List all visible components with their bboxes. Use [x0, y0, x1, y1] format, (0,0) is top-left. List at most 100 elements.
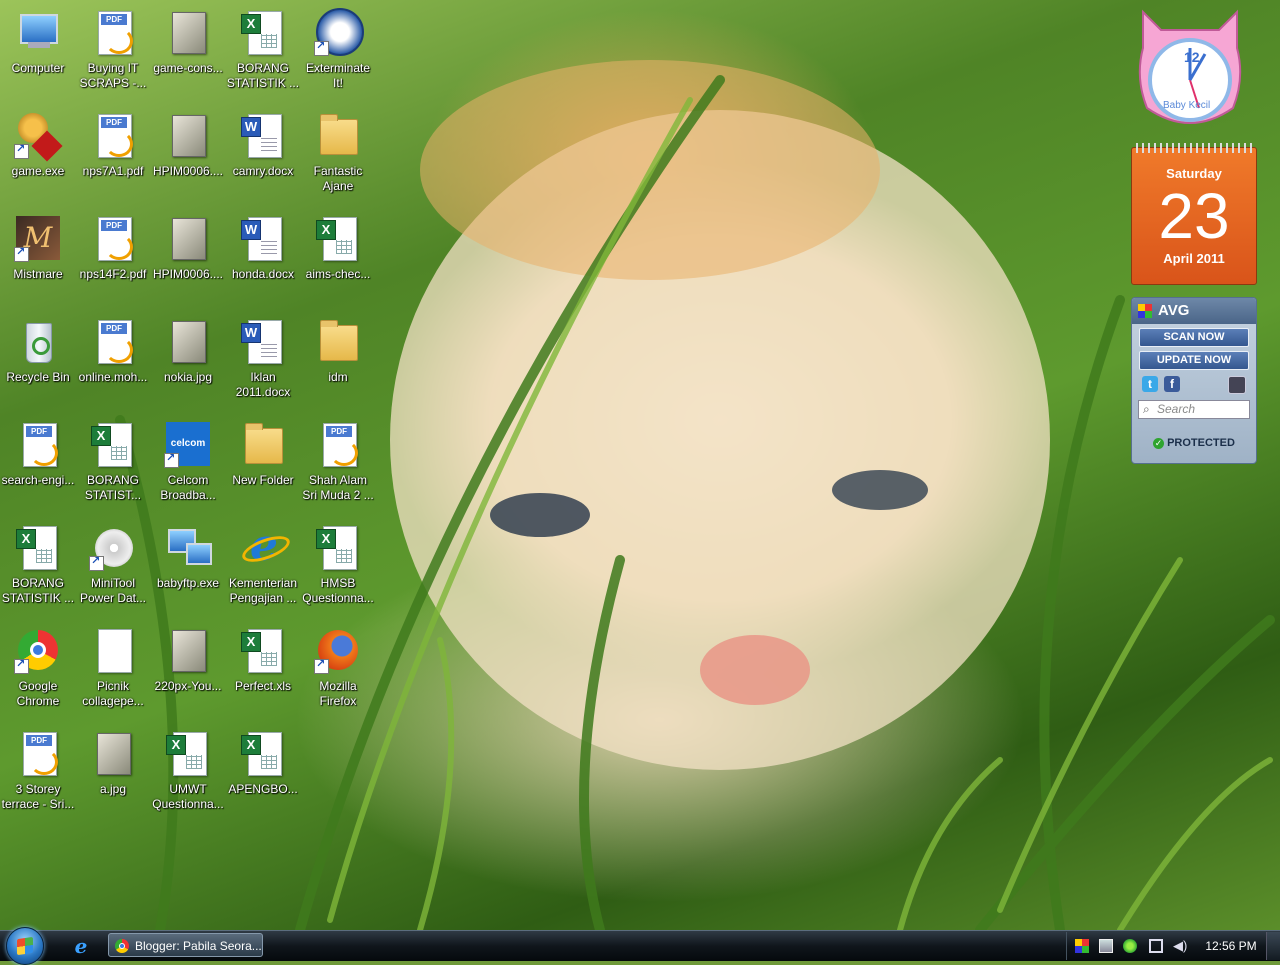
game-exe-icon	[14, 111, 63, 162]
desktop-icon[interactable]: game-cons...	[150, 8, 226, 76]
desktop-icon[interactable]: Computer	[0, 8, 76, 76]
desktop-icon[interactable]: X APENGBO...	[225, 729, 301, 797]
pdf-icon: PDF	[89, 214, 137, 262]
update-tray-icon[interactable]	[1123, 939, 1137, 953]
desktop-icon-label: Mozilla Firefox	[319, 679, 357, 708]
desktop-icon[interactable]: X Perfect.xls	[225, 626, 301, 694]
recycle-bin-icon	[14, 317, 62, 365]
pdf-icon: PDF	[89, 317, 137, 365]
image-icon	[164, 8, 212, 56]
windows-logo-icon	[17, 936, 33, 956]
show-desktop-button[interactable]	[1266, 932, 1280, 960]
desktop-icon[interactable]: M Mistmare	[0, 214, 76, 282]
desktop-icon[interactable]: Picnik collagepe...	[75, 626, 151, 709]
excel-icon: X	[14, 523, 62, 571]
avg-title: AVG	[1158, 302, 1190, 319]
network-tray-icon[interactable]	[1149, 939, 1163, 953]
avg-status-label: PROTECTED	[1167, 437, 1235, 449]
word-icon: W	[239, 214, 287, 262]
desktop-icon-label: Celcom Broadba...	[160, 473, 216, 502]
desktop-icon[interactable]: X HMSB Questionna...	[300, 523, 376, 606]
desktop-icon-label: game.exe	[11, 164, 65, 178]
clock-numeral: 12	[1184, 49, 1200, 65]
mistmare-icon: M	[14, 214, 62, 262]
taskbar-item-chrome[interactable]: Blogger: Pabila Seora...	[108, 933, 263, 957]
desktop-icon[interactable]: W Iklan 2011.docx	[225, 317, 301, 400]
desktop-icon-label: APENGBO...	[228, 782, 298, 796]
excel-icon: X	[239, 626, 287, 674]
desktop-icon-label: aims-chec...	[305, 267, 371, 281]
desktop-icon[interactable]: Exterminate It!	[300, 8, 376, 91]
desktop-icon-label: Perfect.xls	[234, 679, 291, 693]
desktop-icon[interactable]: X BORANG STATIST...	[75, 420, 151, 503]
clock-time[interactable]: 12:56 PM	[1201, 932, 1261, 960]
desktop-icon[interactable]: PDF search-engi...	[0, 420, 76, 488]
desktop-icon-label: Kementerian Pengajian ...	[228, 576, 298, 605]
avg-settings-icon[interactable]	[1228, 376, 1246, 394]
facebook-icon[interactable]: f	[1164, 376, 1180, 392]
desktop-icon[interactable]: a.jpg	[75, 729, 151, 797]
idm-tray-icon[interactable]	[1099, 939, 1113, 953]
clock-brand: Baby Kecil	[1163, 100, 1211, 111]
scan-now-button[interactable]: SCAN NOW	[1139, 328, 1249, 347]
excel-icon: X	[314, 523, 362, 571]
desktop-icon[interactable]: PDF Shah Alam Sri Muda 2 ...	[300, 420, 376, 503]
desktop-icon-label: 220px-You...	[154, 679, 222, 693]
desktop-icon[interactable]: PDF nps7A1.pdf	[75, 111, 151, 179]
avg-logo-icon	[1138, 304, 1152, 318]
calendar-month: April 2011	[1163, 251, 1225, 266]
desktop-icon[interactable]: Wcamry.docx	[225, 111, 301, 179]
desktop-icon[interactable]: babyftp.exe	[150, 523, 226, 591]
avg-status: ✓ PROTECTED	[1132, 437, 1256, 449]
desktop-icon-label: Mistmare	[13, 267, 63, 281]
clock-gadget[interactable]: 12 Baby Kecil	[1133, 8, 1247, 134]
desktop-icon-label: Computer	[11, 61, 65, 75]
desktop-icon[interactable]: celcom Celcom Broadba...	[150, 420, 226, 503]
internet-explorer-icon: e	[239, 523, 293, 571]
desktop-icon[interactable]: PDF online.moh...	[75, 317, 151, 385]
taskbar-item-label: Blogger: Pabila Seora...	[135, 939, 262, 953]
desktop-icon[interactable]: 220px-You...	[150, 626, 226, 694]
image-icon	[164, 111, 212, 159]
desktop-icon[interactable]: Whonda.docx	[225, 214, 301, 282]
volume-icon[interactable]: ◀)	[1173, 939, 1187, 953]
desktop-icon-label: HMSB Questionna...	[302, 576, 374, 605]
desktop-icon-label: HPIM0006....	[152, 267, 224, 281]
excel-icon: X	[239, 8, 287, 56]
twitter-icon[interactable]: t	[1142, 376, 1158, 392]
desktop-icon-label: nps14F2.pdf	[79, 267, 147, 281]
desktop-icon[interactable]: Google Chrome	[0, 626, 76, 709]
desktop-icon[interactable]: X BORANG STATISTIK ...	[0, 523, 76, 606]
desktop-icon-label: New Folder	[232, 473, 294, 487]
folder-icon	[239, 420, 287, 468]
avg-header: AVG	[1132, 298, 1256, 324]
chrome-icon	[115, 939, 129, 953]
desktop-icon[interactable]: X BORANG STATISTIK ...	[225, 8, 301, 91]
pdf-icon: PDF	[89, 111, 137, 159]
desktop-icon[interactable]: Recycle Bin	[0, 317, 76, 385]
desktop-icon[interactable]: Mozilla Firefox	[300, 626, 376, 709]
desktop-icon[interactable]: PDF nps14F2.pdf	[75, 214, 151, 282]
avg-search-input[interactable]: Search	[1138, 400, 1250, 419]
desktop-icon[interactable]: New Folder	[225, 420, 301, 488]
desktop-icon[interactable]: nokia.jpg	[150, 317, 226, 385]
start-button[interactable]	[6, 927, 44, 965]
desktop-icon[interactable]: idm	[300, 317, 376, 385]
avg-tray-icon[interactable]	[1075, 939, 1089, 953]
desktop-icon[interactable]: MiniTool Power Dat...	[75, 523, 151, 606]
desktop-icon[interactable]: Fantastic Ajane	[300, 111, 376, 194]
desktop-icon[interactable]: PDF Buying IT SCRAPS -...	[75, 8, 151, 91]
desktop-icon[interactable]: game.exe	[0, 111, 76, 179]
folder-icon	[314, 111, 362, 159]
update-now-button[interactable]: UPDATE NOW	[1139, 351, 1249, 370]
desktop-icon[interactable]: X UMWT Questionna...	[150, 729, 226, 812]
calendar-gadget[interactable]: Saturday 23 April 2011	[1131, 143, 1257, 285]
desktop-icon[interactable]: PDF 3 Storey terrace - Sri...	[0, 729, 76, 812]
desktop-icon-label: UMWT Questionna...	[152, 782, 224, 811]
internet-explorer-quicklaunch-icon[interactable]: e	[70, 936, 92, 956]
desktop-icon[interactable]: e Kementerian Pengajian ...	[225, 523, 301, 606]
desktop-icon[interactable]: Xaims-chec...	[300, 214, 376, 282]
desktop-icon[interactable]: HPIM0006....	[150, 111, 226, 179]
desktop-icon[interactable]: HPIM0006....	[150, 214, 226, 282]
desktop-icon-label: honda.docx	[231, 267, 295, 281]
